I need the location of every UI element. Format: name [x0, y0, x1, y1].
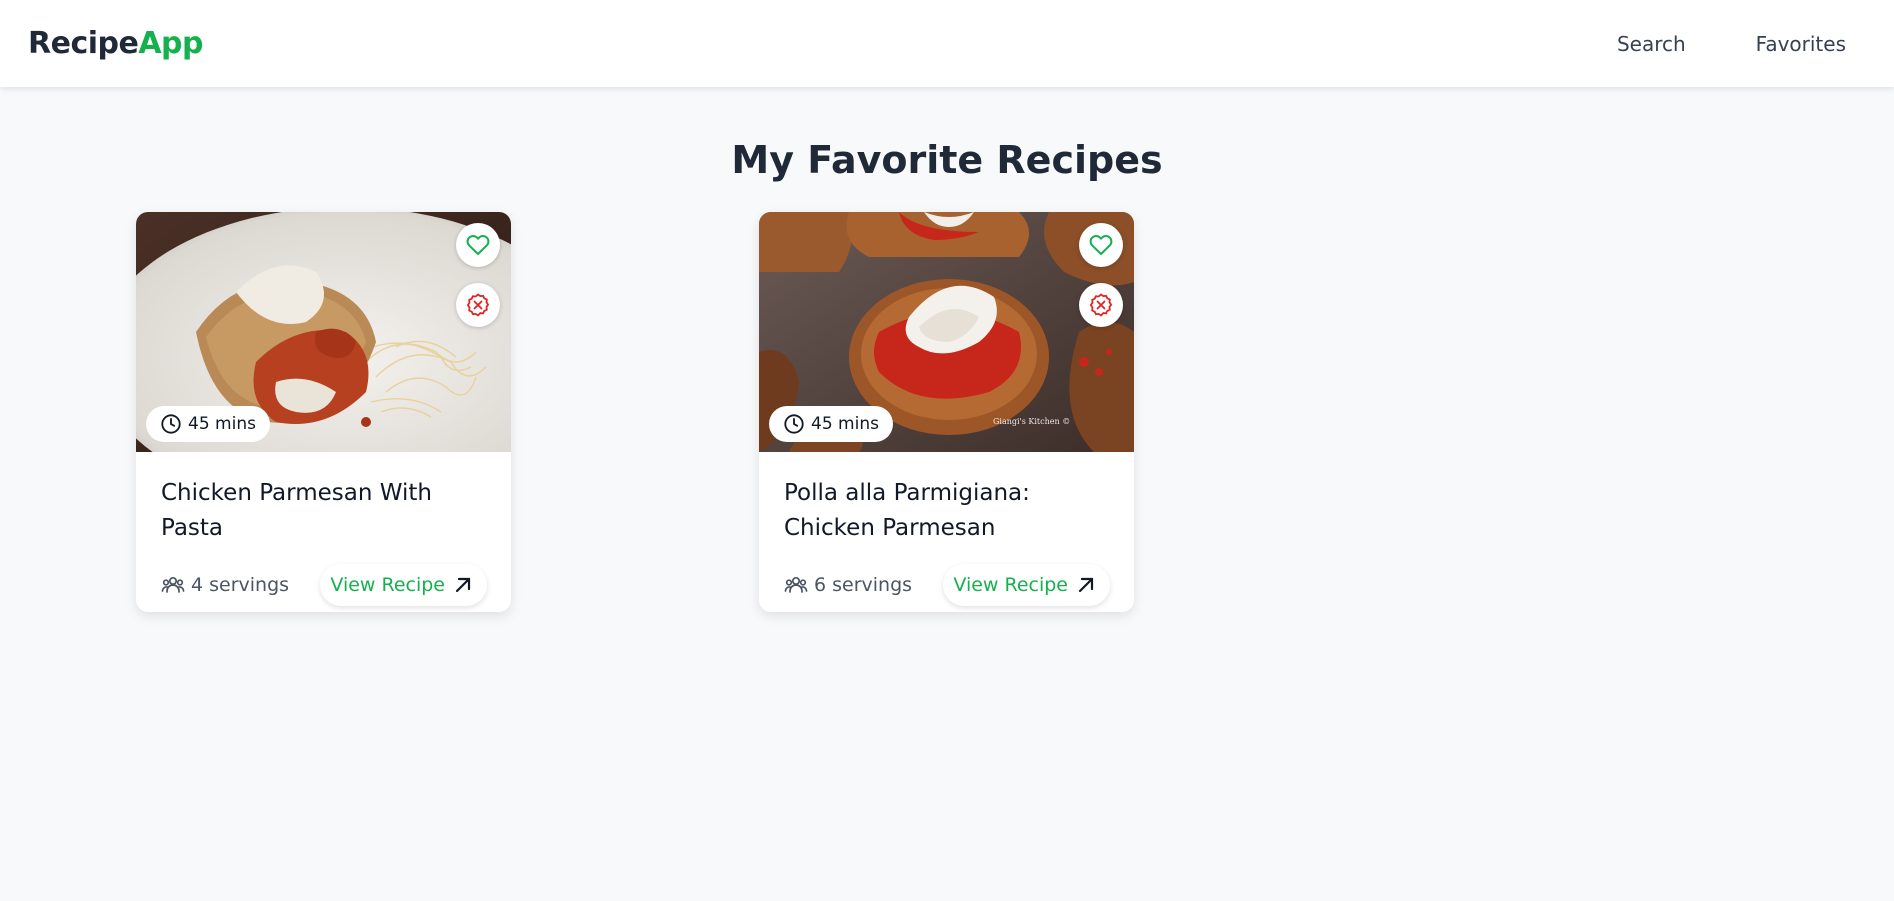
nav-favorites-link[interactable]: Favorites	[1756, 32, 1846, 56]
nav-search-link[interactable]: Search	[1617, 32, 1686, 56]
favorite-button[interactable]	[1079, 223, 1123, 267]
recipe-image[interactable]: 45 mins	[136, 212, 511, 452]
remove-circle-icon	[1089, 293, 1113, 317]
remove-favorite-button[interactable]	[456, 283, 500, 327]
clock-icon	[784, 414, 804, 434]
recipe-title: Chicken Parmesan With Pasta	[161, 480, 432, 541]
page-title: My Favorite Recipes	[731, 138, 1163, 182]
recipe-card: 45 mins Chicken Parmesan With Pasta 4 se…	[136, 212, 511, 612]
cook-time-text: 45 mins	[811, 414, 879, 434]
cook-time-text: 45 mins	[188, 414, 256, 434]
arrow-up-right-icon	[455, 577, 471, 593]
servings-text: 6 servings	[814, 574, 913, 596]
card-footer: 6 servings View Recipe	[784, 564, 1110, 606]
card-footer: 4 servings View Recipe	[161, 564, 487, 606]
servings-info: 6 servings	[784, 573, 912, 597]
users-icon	[784, 576, 808, 593]
view-recipe-button[interactable]: View Recipe	[943, 564, 1110, 606]
navbar: RecipeApp Search Favorites	[0, 0, 1894, 87]
view-recipe-label: View Recipe	[953, 574, 1068, 596]
logo-accent: App	[138, 26, 204, 61]
heart-icon	[1089, 235, 1113, 255]
recipe-title: Polla alla Parmigiana: Chicken Parmesan	[784, 480, 1030, 541]
favorite-button[interactable]	[456, 223, 500, 267]
cook-time-badge: 45 mins	[769, 406, 893, 442]
servings-text: 4 servings	[191, 574, 290, 596]
clock-icon	[161, 414, 181, 434]
arrow-up-right-icon	[1078, 577, 1094, 593]
nav-links: Search Favorites	[1617, 32, 1846, 56]
card-body: Chicken Parmesan With Pasta 4 servings V…	[136, 452, 511, 606]
recipe-card: Giangi's Kitchen © 45 mins Polla alla Pa…	[759, 212, 1134, 612]
users-icon	[161, 576, 185, 593]
image-watermark: Giangi's Kitchen ©	[993, 417, 1070, 426]
remove-circle-icon	[466, 293, 490, 317]
app-logo[interactable]: RecipeApp	[28, 26, 204, 61]
view-recipe-label: View Recipe	[330, 574, 445, 596]
recipe-image[interactable]: Giangi's Kitchen © 45 mins	[759, 212, 1134, 452]
logo-main: Recipe	[28, 26, 139, 61]
remove-favorite-button[interactable]	[1079, 283, 1123, 327]
heart-icon	[466, 235, 490, 255]
servings-info: 4 servings	[161, 573, 289, 597]
card-body: Polla alla Parmigiana: Chicken Parmesan …	[759, 452, 1134, 606]
cook-time-badge: 45 mins	[146, 406, 270, 442]
view-recipe-button[interactable]: View Recipe	[320, 564, 487, 606]
